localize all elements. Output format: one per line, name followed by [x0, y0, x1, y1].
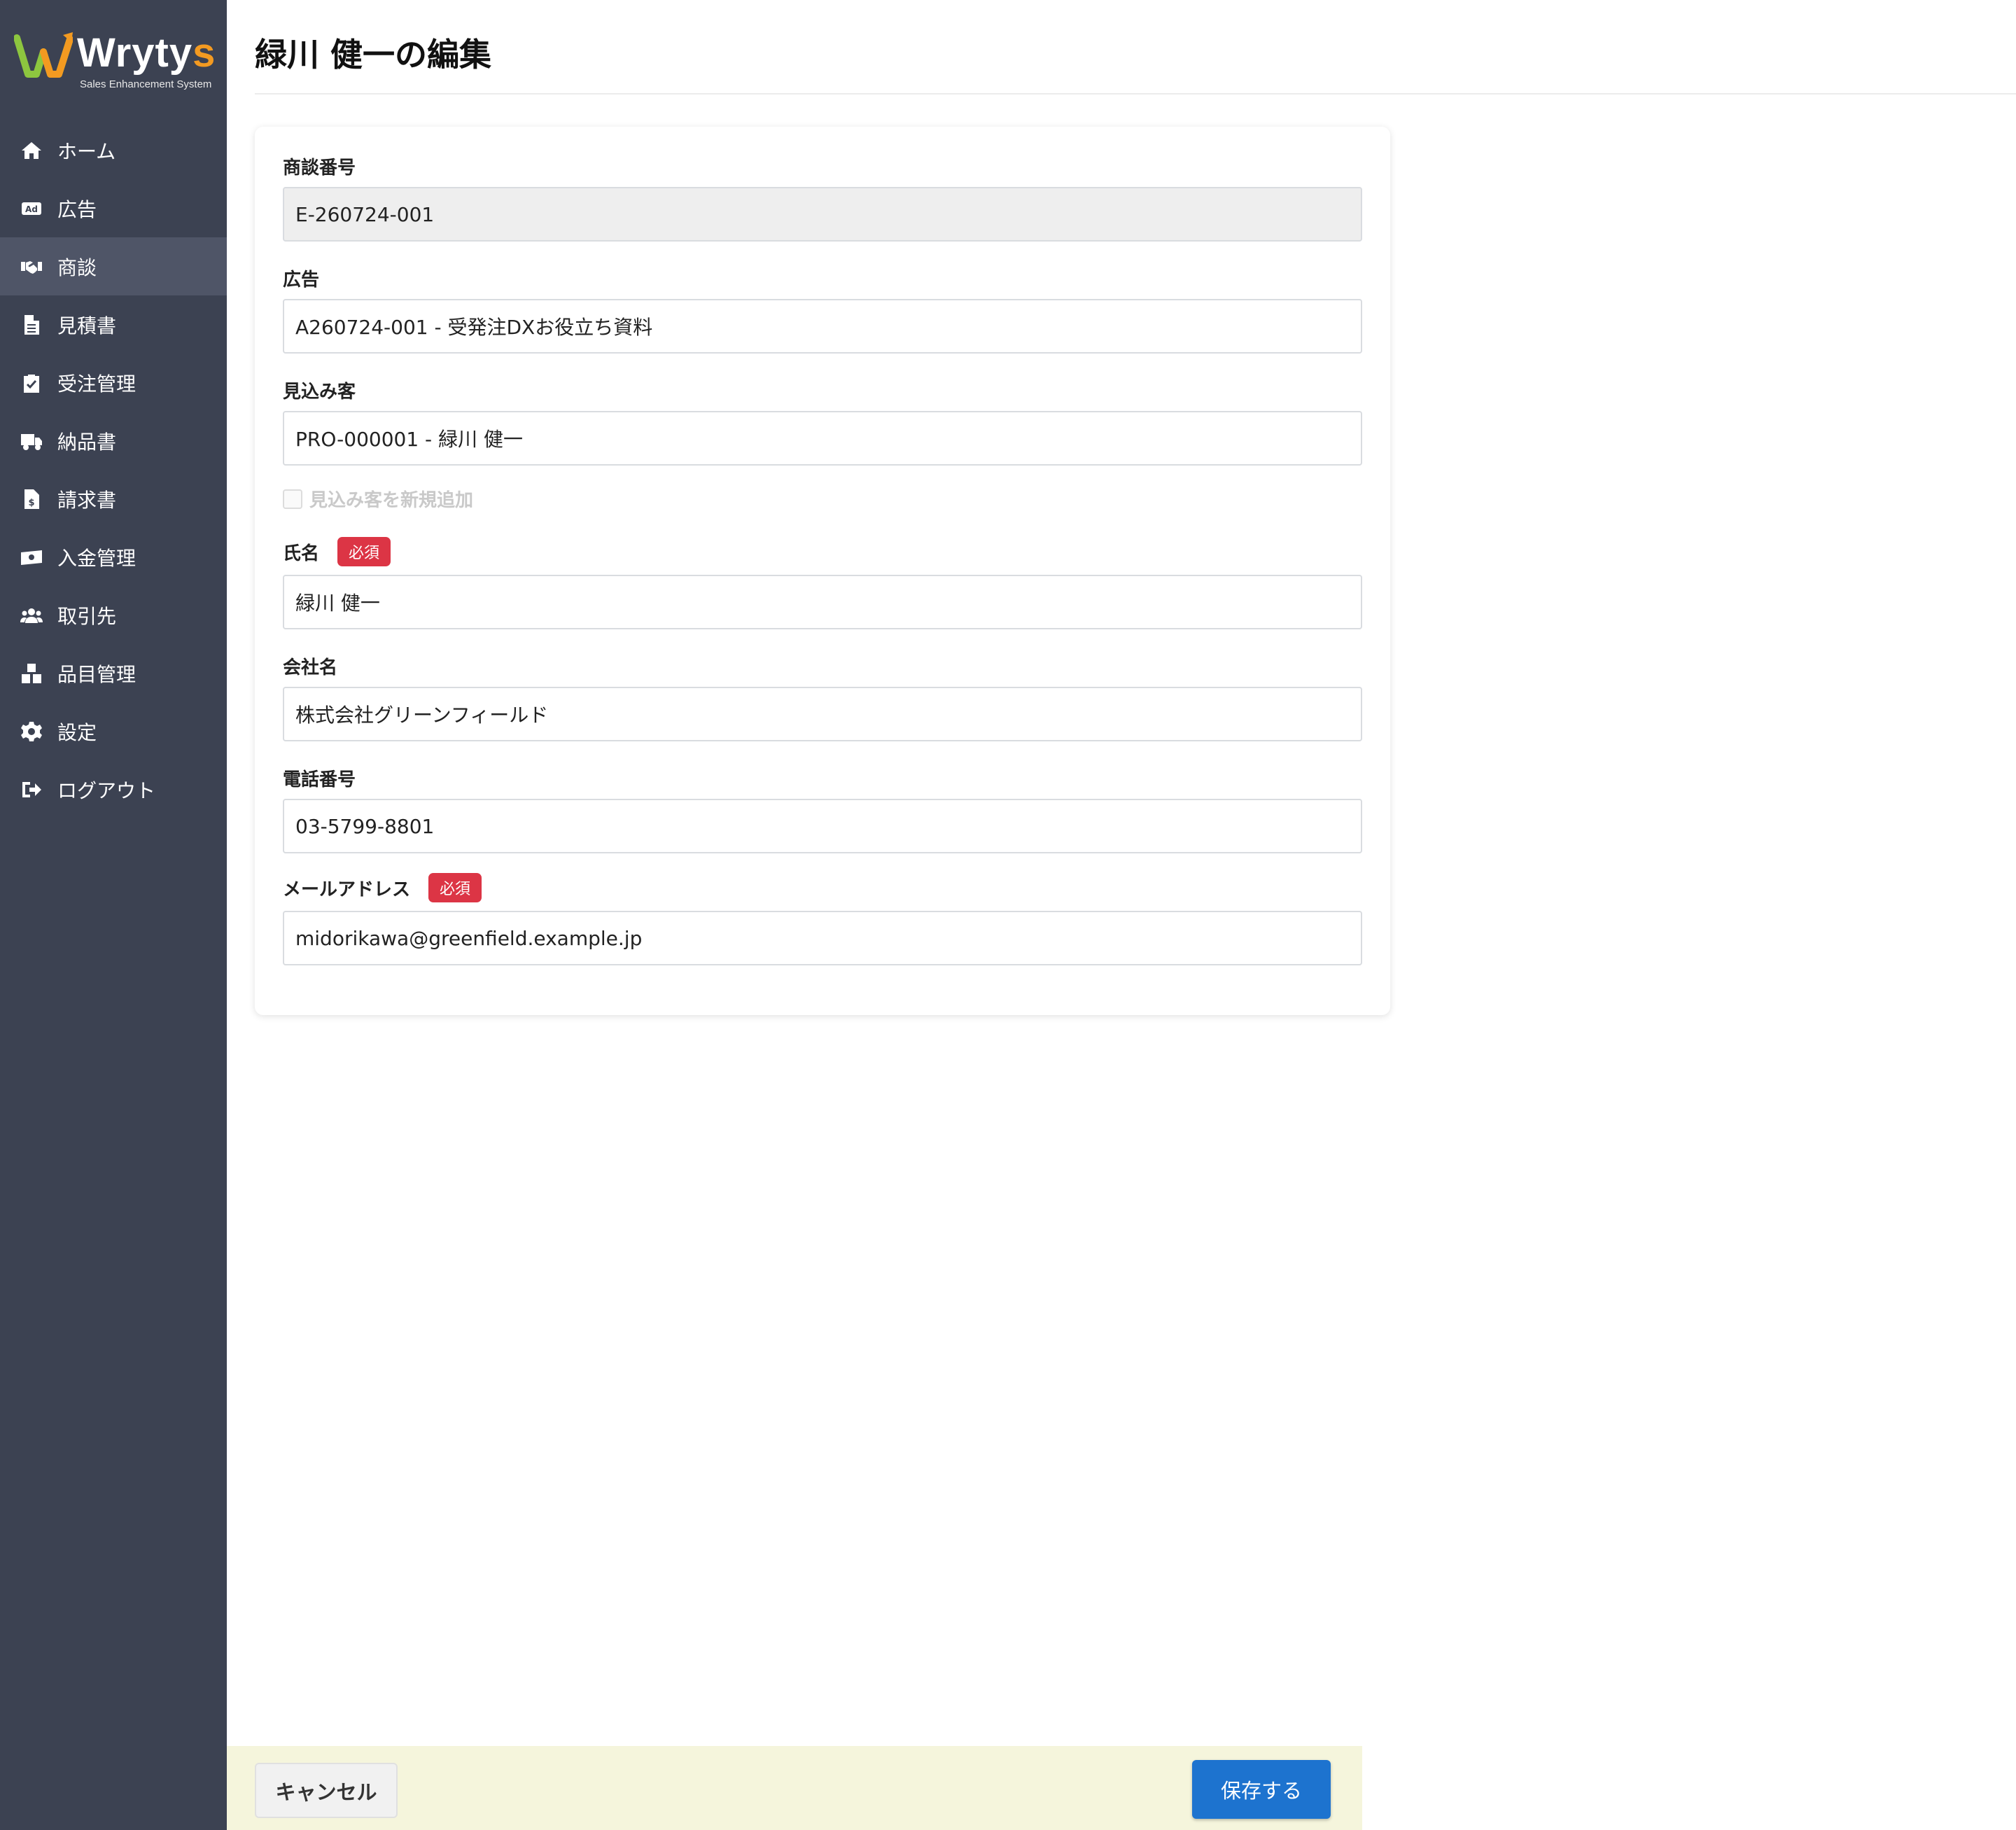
- sidebar-item-quotes[interactable]: 見積書: [0, 295, 227, 354]
- logo-subtitle: Sales Enhancement System: [80, 78, 212, 90]
- logo-wordmark: Wrytys: [77, 30, 216, 76]
- phone-field[interactable]: [283, 799, 1362, 853]
- ad-icon: Ad: [20, 197, 43, 221]
- new-prospect-checkbox-row[interactable]: 見込み客を新規追加: [283, 486, 473, 512]
- sidebar-item-ads[interactable]: Ad 広告: [0, 179, 227, 237]
- document-icon: [20, 313, 43, 337]
- prospect-label: 見込み客: [283, 382, 356, 403]
- prospect-select-field[interactable]: [283, 411, 1362, 466]
- sidebar: Wrytys Sales Enhancement System ホーム Ad 広…: [0, 0, 227, 1830]
- required-badge: 必須: [337, 537, 391, 566]
- sidebar-item-label: ホーム: [57, 139, 116, 163]
- gear-icon: [20, 720, 43, 743]
- handshake-icon: [20, 255, 43, 279]
- sidebar-item-invoices[interactable]: $ 請求書: [0, 470, 227, 528]
- logout-icon: [20, 778, 43, 802]
- deal-number-field[interactable]: [283, 187, 1362, 242]
- title-divider: [255, 93, 2016, 95]
- deal-number-label: 商談番号: [283, 158, 356, 179]
- save-button[interactable]: 保存する: [1192, 1760, 1331, 1819]
- sidebar-item-label: 設定: [57, 720, 97, 744]
- sidebar-item-label: 納品書: [57, 430, 117, 454]
- boxes-icon: [20, 662, 43, 685]
- sidebar-item-label: 請求書: [57, 488, 117, 512]
- company-field[interactable]: [283, 687, 1362, 741]
- sidebar-item-delivery[interactable]: 納品書: [0, 412, 227, 470]
- svg-text:$: $: [28, 498, 34, 508]
- logo-mark-icon: [14, 32, 73, 78]
- email-field[interactable]: [283, 911, 1362, 965]
- sidebar-item-deals[interactable]: 商談: [0, 237, 227, 295]
- invoice-icon: $: [20, 487, 43, 511]
- sidebar-item-label: 取引先: [57, 604, 117, 628]
- company-label: 会社名: [283, 657, 338, 678]
- deal-edit-form: 商談番号 広告 見込み客 見込み客を新規追加 氏名 必須 会社名 電話番号 メー…: [255, 127, 1390, 1015]
- svg-text:Ad: Ad: [25, 204, 38, 214]
- phone-label: 電話番号: [283, 769, 356, 790]
- ad-label: 広告: [283, 270, 320, 291]
- clipboard-check-icon: [20, 371, 43, 395]
- required-badge: 必須: [428, 873, 482, 902]
- sidebar-item-items[interactable]: 品目管理: [0, 644, 227, 702]
- email-label: メールアドレス 必須: [283, 873, 482, 902]
- ad-select-field[interactable]: [283, 299, 1362, 354]
- sidebar-item-orders[interactable]: 受注管理: [0, 354, 227, 412]
- sidebar-item-label: 商談: [57, 256, 97, 279]
- sidebar-item-settings[interactable]: 設定: [0, 702, 227, 760]
- sidebar-item-label: 広告: [57, 197, 97, 221]
- sidebar-nav: ホーム Ad 広告 商談 見積書 受注管理 納品書 $ 請求書 入金管理 取引先…: [0, 121, 227, 818]
- page-title: 緑川 健一の編集: [255, 36, 492, 74]
- sidebar-item-label: 見積書: [57, 314, 117, 337]
- sidebar-item-clients[interactable]: 取引先: [0, 586, 227, 644]
- sidebar-item-label: 受注管理: [57, 372, 136, 396]
- money-icon: [20, 545, 43, 569]
- truck-icon: [20, 429, 43, 453]
- new-prospect-checkbox-label: 見込み客を新規追加: [309, 490, 474, 511]
- form-action-bar: キャンセル 保存する: [227, 1746, 1362, 1830]
- sidebar-item-logout[interactable]: ログアウト: [0, 760, 227, 818]
- cancel-button[interactable]: キャンセル: [255, 1763, 398, 1818]
- sidebar-item-label: 入金管理: [57, 546, 136, 570]
- home-icon: [20, 139, 43, 162]
- new-prospect-checkbox[interactable]: [283, 489, 302, 509]
- sidebar-item-label: 品目管理: [57, 662, 136, 686]
- sidebar-item-home[interactable]: ホーム: [0, 121, 227, 179]
- sidebar-item-label: ログアウト: [57, 778, 156, 802]
- name-label: 氏名 必須: [283, 537, 391, 566]
- app-logo[interactable]: Wrytys Sales Enhancement System: [14, 27, 217, 97]
- users-icon: [20, 603, 43, 627]
- sidebar-item-payments[interactable]: 入金管理: [0, 528, 227, 586]
- name-field[interactable]: [283, 575, 1362, 629]
